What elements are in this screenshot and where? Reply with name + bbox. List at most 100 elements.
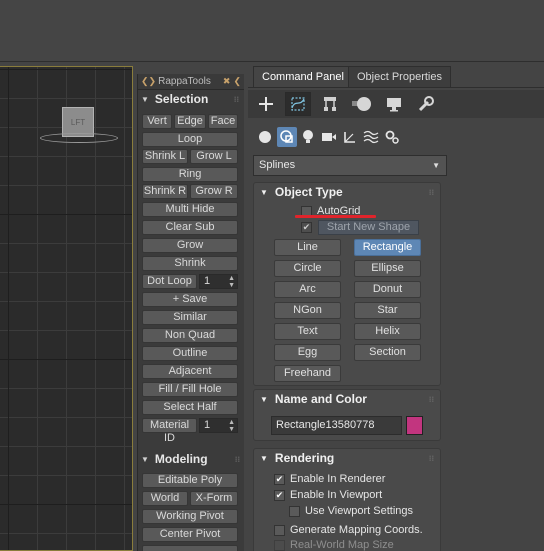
dot-loop-button[interactable]: Dot Loop	[142, 274, 197, 289]
panel-arrows-icon[interactable]: ❮❯	[141, 76, 156, 87]
rendering-title: Rendering	[274, 451, 335, 465]
spinner-arrows-icon[interactable]: ▲ ▼	[228, 275, 235, 289]
tab-object-properties[interactable]: Object Properties	[348, 66, 451, 87]
dot-loop-value: 1	[204, 275, 211, 287]
arc-button[interactable]: Arc	[274, 281, 341, 298]
close-icon[interactable]: ✖	[223, 76, 231, 87]
edge-button[interactable]: Edge	[174, 114, 206, 129]
panel-arrows-right-icon[interactable]: ❮	[233, 76, 241, 87]
partial-button[interactable]	[142, 545, 238, 551]
outline-button[interactable]: Outline	[142, 346, 238, 361]
shrink-l-button[interactable]: Shrink L	[142, 149, 188, 164]
viewport[interactable]: LFT	[0, 66, 133, 551]
section-button[interactable]: Section	[354, 344, 421, 361]
modify-icon[interactable]	[285, 92, 311, 116]
shrink-button[interactable]: Shrink	[142, 256, 238, 271]
adjacent-button[interactable]: Adjacent	[142, 364, 238, 379]
rappatools-panel: ❮❯ RappaTools ✖ ❮ ▼ Selection ⁝⁝ Vert Ed…	[137, 74, 244, 551]
enable-viewport-checkbox[interactable]: ✔	[274, 490, 285, 501]
text-button[interactable]: Text	[274, 323, 341, 340]
rectangle-button[interactable]: Rectangle	[354, 239, 421, 256]
hierarchy-icon[interactable]	[317, 92, 343, 116]
use-viewport-settings-checkbox[interactable]	[289, 506, 300, 517]
object-type-header[interactable]: ▼ Object Type ⁝⁝	[254, 183, 440, 201]
collapse-triangle-icon: ▼	[260, 453, 268, 463]
viewcube-ring[interactable]	[40, 133, 118, 143]
chevron-down-icon: ▼	[432, 161, 440, 170]
create-icon[interactable]	[253, 92, 279, 116]
grip-icon: ⁝⁝	[428, 187, 434, 197]
ring-button[interactable]: Ring	[142, 167, 238, 182]
annotation-underline	[295, 215, 376, 218]
selection-header[interactable]: ▼ Selection ⁝⁝	[138, 90, 244, 108]
dot-loop-spinner[interactable]: 1 ▲ ▼	[199, 274, 238, 289]
shrink-r-button[interactable]: Shrink R	[142, 184, 188, 199]
start-new-shape-checkbox[interactable]: ✔	[301, 222, 312, 233]
material-id-value: 1	[204, 419, 211, 431]
grow-r-button[interactable]: Grow R	[190, 184, 238, 199]
utilities-icon[interactable]	[413, 92, 439, 116]
generate-mapping-checkbox[interactable]	[274, 525, 285, 536]
freehand-button[interactable]: Freehand	[274, 365, 341, 382]
helix-button[interactable]: Helix	[354, 323, 421, 340]
donut-button[interactable]: Donut	[354, 281, 421, 298]
multi-hide-button[interactable]: Multi Hide	[142, 202, 238, 217]
material-id-spinner[interactable]: 1 ▲ ▼	[199, 418, 238, 433]
name-color-header[interactable]: ▼ Name and Color ⁝⁝	[254, 390, 440, 408]
name-color-rollout: ▼ Name and Color ⁝⁝ Rectangle13580778	[253, 389, 441, 441]
grow-l-button[interactable]: Grow L	[190, 149, 238, 164]
shapes-icon[interactable]	[277, 127, 297, 147]
spacewarps-icon[interactable]	[361, 127, 381, 147]
display-icon[interactable]	[381, 92, 407, 116]
object-type-rollout: ▼ Object Type ⁝⁝ AutoGrid ✔ Start New Sh…	[253, 182, 441, 386]
world-button[interactable]: World	[142, 491, 188, 506]
grip-icon: ⁝⁝	[428, 453, 434, 463]
center-pivot-button[interactable]: Center Pivot	[142, 527, 238, 542]
name-color-title: Name and Color	[274, 392, 367, 406]
geometry-icon[interactable]	[255, 127, 275, 147]
non-quad-button[interactable]: Non Quad	[142, 328, 238, 343]
real-world-checkbox[interactable]	[274, 540, 285, 551]
top-toolbar-area	[0, 0, 544, 62]
vert-button[interactable]: Vert	[142, 114, 172, 129]
selection-title: Selection	[154, 92, 209, 106]
similar-button[interactable]: Similar	[142, 310, 238, 325]
select-half-button[interactable]: Select Half	[142, 400, 238, 415]
fill-hole-button[interactable]: Fill / Fill Hole	[142, 382, 238, 397]
category-dropdown[interactable]: Splines ▼	[253, 155, 447, 176]
tab-command-panel[interactable]: Command Panel	[253, 66, 353, 87]
rendering-header[interactable]: ▼ Rendering ⁝⁝	[254, 449, 440, 467]
circle-button[interactable]: Circle	[274, 260, 341, 277]
enable-renderer-checkbox[interactable]: ✔	[274, 474, 285, 485]
clear-sub-button[interactable]: Clear Sub	[142, 220, 238, 235]
modeling-header[interactable]: ▼ Modeling ⁝⁝	[138, 450, 245, 468]
ellipse-button[interactable]: Ellipse	[354, 260, 421, 277]
xform-button[interactable]: X-Form	[190, 491, 238, 506]
systems-icon[interactable]	[382, 127, 402, 147]
material-id-button[interactable]: Material ID	[142, 418, 197, 444]
spinner-arrows-icon[interactable]: ▲ ▼	[228, 419, 235, 433]
lights-icon[interactable]	[298, 127, 318, 147]
dropdown-value: Splines	[259, 159, 296, 171]
object-name-field[interactable]: Rectangle13580778	[271, 416, 402, 435]
generate-mapping-label: Generate Mapping Coords.	[290, 524, 423, 536]
rendering-rollout: ▼ Rendering ⁝⁝ ✔ Enable In Renderer ✔ En…	[253, 448, 441, 551]
start-new-shape-button[interactable]: Start New Shape	[318, 220, 419, 235]
line-button[interactable]: Line	[274, 239, 341, 256]
star-button[interactable]: Star	[354, 302, 421, 319]
collapse-triangle-icon: ▼	[260, 187, 268, 197]
loop-button[interactable]: Loop	[142, 132, 238, 147]
cameras-icon[interactable]	[319, 127, 339, 147]
face-button[interactable]: Face	[208, 114, 238, 129]
modeling-title: Modeling	[154, 452, 208, 466]
working-pivot-button[interactable]: Working Pivot	[142, 509, 238, 524]
helpers-icon[interactable]	[340, 127, 360, 147]
egg-button[interactable]: Egg	[274, 344, 341, 361]
object-color-swatch[interactable]	[406, 416, 423, 435]
grow-button[interactable]: Grow	[142, 238, 238, 253]
editable-poly-button[interactable]: Editable Poly	[142, 473, 238, 488]
grip-icon: ⁝⁝	[233, 94, 239, 104]
motion-icon[interactable]	[349, 92, 375, 116]
ngon-button[interactable]: NGon	[274, 302, 341, 319]
save-button[interactable]: + Save	[142, 292, 238, 307]
